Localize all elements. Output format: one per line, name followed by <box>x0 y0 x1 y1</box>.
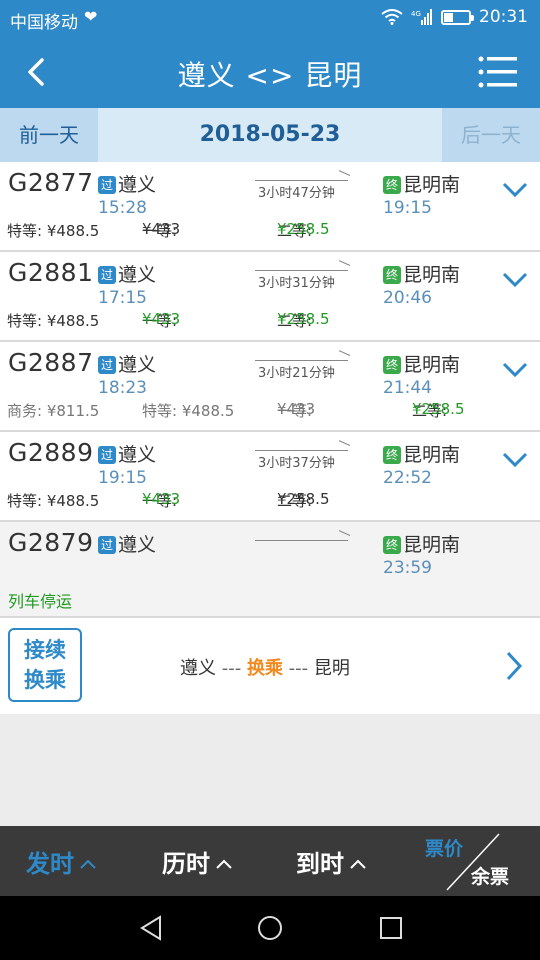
train-list: G2877 过遵义 15:28 3小时47分钟 终昆明南 19:15 特等: ¥… <box>0 162 540 618</box>
duration-text: 3小时47分钟 <box>258 186 335 201</box>
nav-home-icon[interactable] <box>256 914 284 942</box>
from-station: 过遵义 <box>98 350 156 377</box>
chevron-down-icon[interactable] <box>502 450 528 470</box>
arrive-time: 20:46 <box>383 288 432 308</box>
price-premium: 特等: ¥488.5 <box>7 222 100 240</box>
arrive-time: 22:52 <box>383 468 432 488</box>
from-station: 过遵义 <box>98 170 156 197</box>
sort-duration-button[interactable]: 历时 <box>162 844 232 879</box>
duration-text: 3小时21分钟 <box>258 366 335 381</box>
price-row: 商务: ¥811.5 特等: ¥488.5 一等: ¥433 二等: ¥258.… <box>7 400 465 420</box>
duration: 3小时47分钟 <box>255 170 351 201</box>
price-premium: 特等: ¥488.5 <box>7 492 100 510</box>
heart-icon: ❤ <box>84 7 98 26</box>
next-day-button[interactable]: 后一天 <box>442 108 540 162</box>
duration: 3小时21分钟 <box>255 350 351 381</box>
train-row[interactable]: G2889 过遵义 19:15 3小时37分钟 终昆明南 22:52 特等: ¥… <box>0 432 540 522</box>
from-station: 过遵义 <box>98 530 156 557</box>
pass-badge: 过 <box>98 266 116 284</box>
to-station: 终昆明南 <box>383 440 460 467</box>
train-row[interactable]: G2887 过遵义 18:23 3小时21分钟 终昆明南 21:44 商务: ¥… <box>0 342 540 432</box>
to-station: 终昆明南 <box>383 350 460 377</box>
depart-time: 18:23 <box>98 378 147 398</box>
chevron-up-icon <box>350 859 366 869</box>
suspended-label: 列车停运 <box>8 592 73 611</box>
remain-label: 余票 <box>471 866 510 888</box>
end-badge: 终 <box>383 446 401 464</box>
depart-time: 17:15 <box>98 288 147 308</box>
duration <box>255 530 351 560</box>
train-row[interactable]: G2877 过遵义 15:28 3小时47分钟 终昆明南 19:15 特等: ¥… <box>0 162 540 252</box>
menu-icon[interactable] <box>478 54 518 90</box>
from-station: 过遵义 <box>98 260 156 287</box>
status-bar: 中国移动 ❤ 4G 20:31 <box>0 0 540 36</box>
nav-back-icon[interactable] <box>138 914 164 942</box>
price-premium: 特等: ¥488.5 <box>7 312 100 330</box>
price-row: 特等: ¥488.5 一等: ¥433 二等: ¥258.5 <box>7 220 330 240</box>
chevron-up-icon <box>216 859 232 869</box>
arrive-time: 19:15 <box>383 198 432 218</box>
pass-badge: 过 <box>98 536 116 554</box>
chevron-right-icon[interactable] <box>504 650 524 682</box>
pass-badge: 过 <box>98 446 116 464</box>
train-row[interactable]: G2881 过遵义 17:15 3小时31分钟 终昆明南 20:46 特等: ¥… <box>0 252 540 342</box>
train-number: G2877 <box>8 168 94 197</box>
battery-icon <box>441 9 474 25</box>
chevron-down-icon[interactable] <box>502 360 528 380</box>
duration-text: 3小时31分钟 <box>258 276 335 291</box>
transfer-route: 遵义 --- 换乘 --- 昆明 <box>180 658 350 679</box>
to-station: 终昆明南 <box>383 530 460 557</box>
sort-arrive-button[interactable]: 到时 <box>296 844 366 879</box>
system-nav-bar <box>0 896 540 960</box>
arrive-time: 21:44 <box>383 378 432 398</box>
to-station: 终昆明南 <box>383 260 460 287</box>
train-number: G2879 <box>8 528 94 557</box>
train-number: G2889 <box>8 438 94 467</box>
pass-badge: 过 <box>98 356 116 374</box>
price-row: 特等: ¥488.5 一等: ¥433 二等: ¥258.5 <box>7 310 330 330</box>
depart-time: 19:15 <box>98 468 147 488</box>
date-bar: 前一天 2018-05-23 后一天 <box>0 108 540 162</box>
carrier-label: 中国移动 <box>10 13 78 33</box>
nav-recents-icon[interactable] <box>378 914 404 942</box>
wifi-icon <box>381 9 403 25</box>
transfer-row[interactable]: 接续 换乘 遵义 --- 换乘 --- 昆明 <box>0 618 540 714</box>
network-type-label: 4G <box>411 10 421 18</box>
arrive-time: 23:59 <box>383 558 432 578</box>
train-number: G2881 <box>8 258 94 287</box>
end-badge: 终 <box>383 356 401 374</box>
pass-badge: 过 <box>98 176 116 194</box>
train-row[interactable]: G2879 过遵义 终昆明南 23:59 列车停运 <box>0 522 540 618</box>
depart-time: 15:28 <box>98 198 147 218</box>
to-station: 终昆明南 <box>383 170 460 197</box>
duration: 3小时31分钟 <box>255 260 351 291</box>
sort-depart-button[interactable]: 发时 <box>26 844 96 879</box>
duration-text: 3小时37分钟 <box>258 456 335 471</box>
app-header: 遵义 <> 昆明 <box>0 36 540 108</box>
price-business: 商务: ¥811.5 <box>7 402 100 420</box>
train-number: G2887 <box>8 348 94 377</box>
end-badge: 终 <box>383 266 401 284</box>
chevron-down-icon[interactable] <box>502 270 528 290</box>
signal-icon: 4G <box>411 9 432 25</box>
status-right: 4G 20:31 <box>381 7 528 27</box>
price-premium: 特等: ¥488.5 <box>142 402 235 420</box>
chevron-up-icon <box>80 859 96 869</box>
chevron-down-icon[interactable] <box>502 180 528 200</box>
price-remain-toggle[interactable]: 票价 余票 <box>425 832 525 892</box>
clock: 20:31 <box>479 7 528 27</box>
end-badge: 终 <box>383 536 401 554</box>
price-row: 特等: ¥488.5 一等: ¥433 二等: ¥258.5 <box>7 490 330 510</box>
from-station: 过遵义 <box>98 440 156 467</box>
duration: 3小时37分钟 <box>255 440 351 471</box>
sort-bar: 发时 历时 到时 票价 余票 <box>0 826 540 896</box>
end-badge: 终 <box>383 176 401 194</box>
page-title: 遵义 <> 昆明 <box>177 59 363 92</box>
price-label: 票价 <box>425 838 464 860</box>
transfer-button[interactable]: 接续 换乘 <box>8 628 82 702</box>
